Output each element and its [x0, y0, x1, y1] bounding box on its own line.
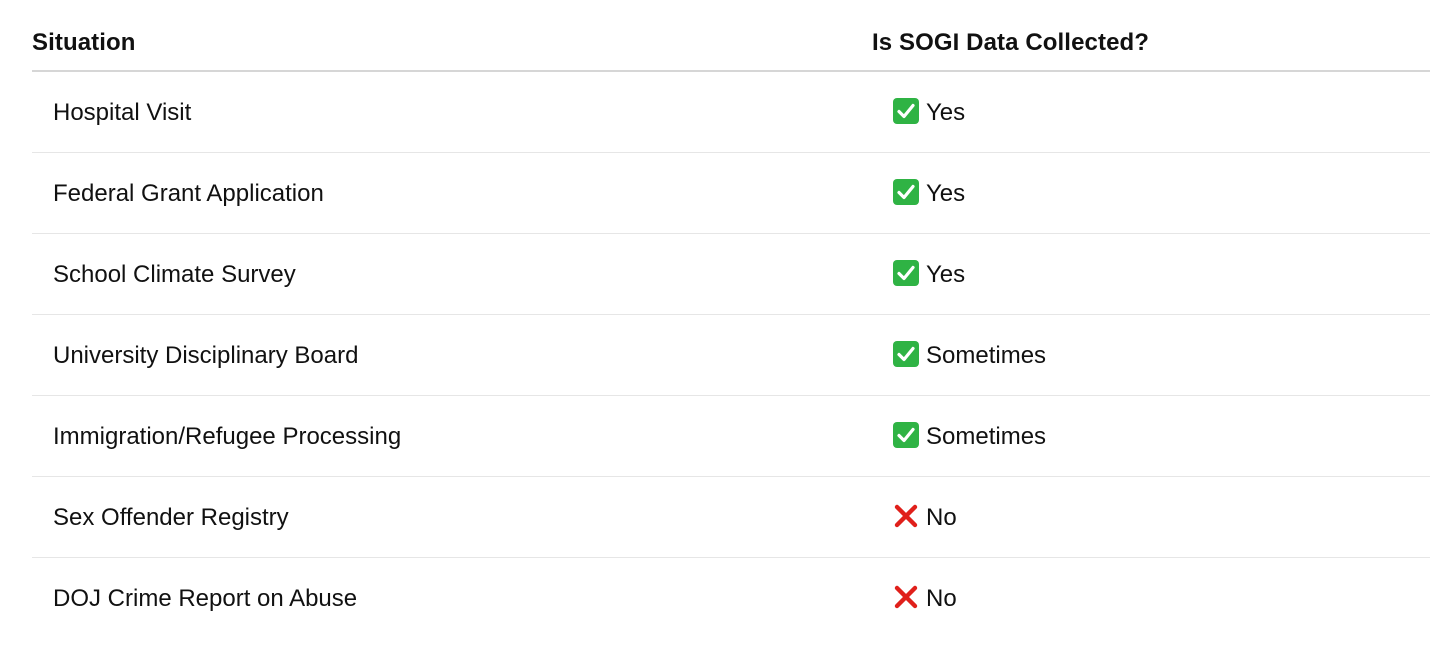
cross-mark-icon: [893, 584, 919, 610]
situation-cell: Sex Offender Registry: [53, 504, 289, 531]
status-cell: No: [893, 584, 957, 614]
status-label: Yes: [926, 261, 966, 288]
status-label: No: [926, 504, 957, 531]
table-row: Hospital Visit Yes: [32, 72, 1430, 153]
situation-cell: Immigration/Refugee Processing: [53, 423, 402, 450]
status-cell: Sometimes: [893, 341, 1046, 371]
cross-mark-icon: [893, 503, 919, 529]
check-mark-icon: [893, 98, 919, 124]
situation-cell: University Disciplinary Board: [53, 342, 359, 369]
status-label: Sometimes: [926, 342, 1047, 369]
status-label: Yes: [926, 180, 966, 207]
status-cell: Yes: [893, 179, 965, 209]
header-sogi-collected: Is SOGI Data Collected?: [872, 29, 1150, 56]
table-row: Immigration/Refugee Processing Sometimes: [32, 396, 1430, 477]
status-cell: Yes: [893, 98, 965, 128]
check-mark-icon: [893, 341, 919, 367]
status-label: Yes: [926, 99, 966, 126]
status-cell: Yes: [893, 260, 965, 290]
table-row: DOJ Crime Report on Abuse No: [32, 558, 1430, 639]
situation-cell: Federal Grant Application: [53, 180, 324, 207]
table-header: Situation Is SOGI Data Collected?: [32, 0, 1430, 72]
situation-cell: School Climate Survey: [53, 261, 296, 288]
table-row: University Disciplinary Board Sometimes: [32, 315, 1430, 396]
header-situation: Situation: [32, 29, 136, 56]
table-row: Sex Offender Registry No: [32, 477, 1430, 558]
check-mark-icon: [893, 179, 919, 205]
check-mark-icon: [893, 260, 919, 286]
situation-cell: Hospital Visit: [53, 99, 192, 126]
status-label: Sometimes: [926, 423, 1047, 450]
sogi-table: Situation Is SOGI Data Collected? Hospit…: [32, 0, 1430, 639]
status-cell: Sometimes: [893, 422, 1046, 452]
status-label: No: [926, 585, 957, 612]
check-mark-icon: [893, 422, 919, 448]
table-row: Federal Grant Application Yes: [32, 153, 1430, 234]
status-cell: No: [893, 503, 957, 533]
situation-cell: DOJ Crime Report on Abuse: [53, 585, 358, 612]
table-row: School Climate Survey Yes: [32, 234, 1430, 315]
